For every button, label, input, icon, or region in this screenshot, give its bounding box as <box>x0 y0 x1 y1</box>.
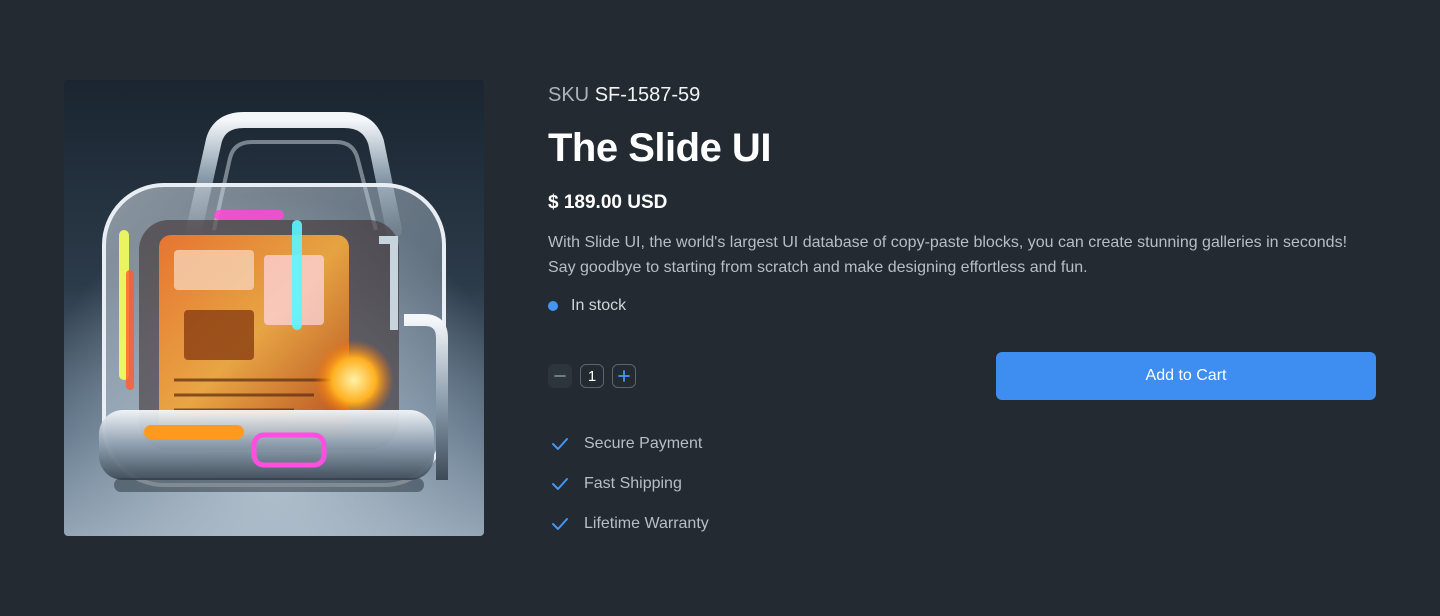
feature-label: Fast Shipping <box>584 475 682 492</box>
feature-label: Lifetime Warranty <box>584 515 709 532</box>
increase-quantity-button[interactable] <box>612 364 636 388</box>
add-to-cart-button[interactable]: Add to Cart <box>996 352 1376 400</box>
decrease-quantity-button[interactable] <box>548 364 572 388</box>
feature-label: Secure Payment <box>584 435 703 452</box>
product-image <box>64 80 484 536</box>
product-details: SKU SF-1587-59 The Slide UI $ 189.00 USD… <box>548 80 1376 316</box>
minus-icon <box>554 375 566 377</box>
product-title: The Slide UI <box>548 126 771 170</box>
check-icon <box>548 432 572 456</box>
sku-value: SF-1587-59 <box>594 84 701 106</box>
product-sku: SKU SF-1587-59 <box>548 82 1376 108</box>
check-icon <box>548 512 572 536</box>
feature-list: Secure Payment Fast Shipping Lifetime Wa… <box>548 432 709 552</box>
product-price: $ 189.00 USD <box>548 192 668 213</box>
cart-row: Add to Cart <box>548 352 1376 400</box>
quantity-stepper <box>548 364 636 388</box>
stock-status: In stock <box>548 296 1376 316</box>
check-icon <box>548 472 572 496</box>
feature-item: Secure Payment <box>548 432 709 456</box>
stock-indicator-dot <box>548 301 558 311</box>
feature-item: Fast Shipping <box>548 472 709 496</box>
stock-label: In stock <box>571 297 627 314</box>
product-description: With Slide UI, the world's largest UI da… <box>548 234 1348 276</box>
plus-icon <box>618 370 630 382</box>
sku-label: SKU <box>548 84 590 106</box>
feature-item: Lifetime Warranty <box>548 512 709 536</box>
quantity-input[interactable] <box>580 364 604 388</box>
